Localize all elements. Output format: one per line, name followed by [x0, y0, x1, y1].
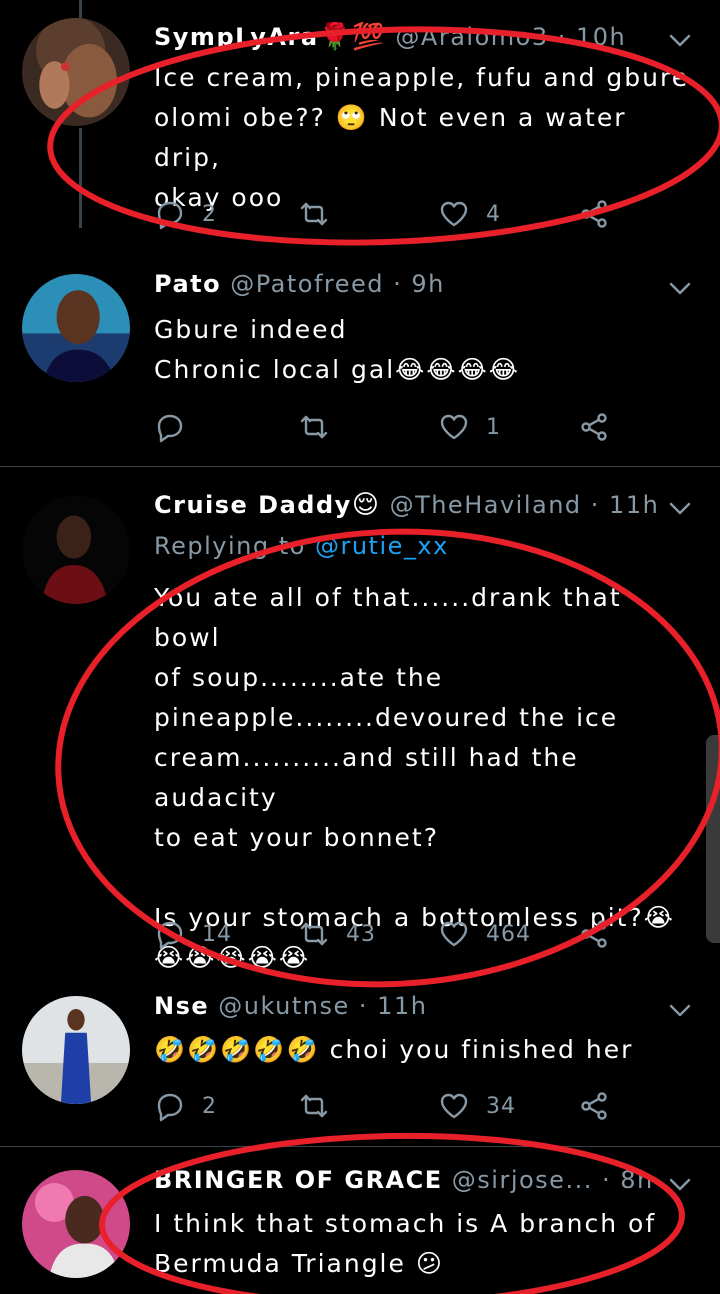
- chevron-down-icon[interactable]: [666, 1170, 694, 1198]
- display-name[interactable]: SympLyAra: [154, 23, 319, 51]
- display-name[interactable]: Cruise Daddy: [154, 491, 352, 519]
- tweet-actions: 2 4: [154, 194, 624, 234]
- retweet-button[interactable]: 43: [298, 914, 376, 954]
- share-icon: [578, 411, 610, 443]
- tweet-header: SympLyAra🌹💯 @Aralomo3 · 10h: [154, 22, 660, 62]
- reply-count: 2: [202, 201, 217, 227]
- retweet-count: 43: [346, 921, 376, 947]
- tweet[interactable]: BRINGER OF GRACE @sirjose... · 8h I thin…: [0, 1166, 720, 1294]
- reply-count: 14: [202, 921, 232, 947]
- retweet-button[interactable]: [298, 1086, 346, 1126]
- retweet-icon: [298, 1090, 330, 1122]
- timestamp: · 10h: [557, 23, 627, 51]
- name-emoji: 😌: [351, 490, 381, 520]
- tweet[interactable]: Cruise Daddy😌 @TheHaviland · 11h Replyin…: [0, 490, 720, 972]
- share-icon: [578, 198, 610, 230]
- tweet-actions: 1: [154, 407, 624, 447]
- replying-to: Replying to @rutie_xx: [154, 532, 449, 560]
- like-button[interactable]: 4: [438, 194, 501, 234]
- share-button[interactable]: [578, 407, 610, 447]
- like-icon: [438, 1090, 470, 1122]
- tweet-header: Nse @ukutnse · 11h: [154, 992, 660, 1032]
- avatar[interactable]: [22, 274, 130, 382]
- timestamp: · 8h: [601, 1166, 654, 1194]
- avatar[interactable]: [22, 18, 130, 126]
- like-count: 1: [486, 414, 501, 440]
- chevron-down-icon[interactable]: [666, 996, 694, 1024]
- reply-icon: [154, 411, 186, 443]
- tweet-text: I think that stomach is A branch of Berm…: [154, 1209, 657, 1278]
- tweet-actions: 2 34: [154, 1086, 624, 1126]
- reply-count: 2: [202, 1093, 217, 1119]
- share-button[interactable]: [578, 914, 610, 954]
- tweet-header: Cruise Daddy😌 @TheHaviland · 11h: [154, 490, 660, 530]
- like-button[interactable]: 34: [438, 1086, 516, 1126]
- share-button[interactable]: [578, 1086, 610, 1126]
- tweet-text: 🤣🤣🤣🤣🤣 choi you finished her: [154, 1035, 634, 1064]
- reply-icon: [154, 918, 186, 950]
- scrollbar-thumb[interactable]: [706, 735, 720, 943]
- reply-button[interactable]: 14: [154, 914, 232, 954]
- reply-icon: [154, 1090, 186, 1122]
- tweet[interactable]: Pato @Patofreed · 9h Gbure indeed Chroni…: [0, 270, 720, 460]
- share-icon: [578, 918, 610, 950]
- replying-to-label: Replying to: [154, 532, 306, 560]
- name-emoji: 🌹💯: [318, 22, 387, 52]
- handle[interactable]: @Aralomo3: [395, 23, 548, 51]
- like-button[interactable]: 464: [438, 914, 531, 954]
- reply-button[interactable]: [154, 407, 202, 447]
- timestamp: · 11h: [590, 491, 660, 519]
- like-count: 4: [486, 201, 501, 227]
- handle[interactable]: @Patofreed: [230, 270, 384, 298]
- reply-button[interactable]: 2: [154, 194, 217, 234]
- chevron-down-icon[interactable]: [666, 274, 694, 302]
- timestamp: · 11h: [358, 992, 428, 1020]
- tweet[interactable]: Nse @ukutnse · 11h 🤣🤣🤣🤣🤣 choi you finish…: [0, 992, 720, 1132]
- tweet-header: BRINGER OF GRACE @sirjose... · 8h: [154, 1166, 660, 1206]
- avatar[interactable]: [22, 496, 130, 604]
- avatar[interactable]: [22, 996, 130, 1104]
- like-icon: [438, 411, 470, 443]
- retweet-icon: [298, 198, 330, 230]
- handle[interactable]: @TheHaviland: [390, 491, 582, 519]
- like-count: 464: [486, 921, 531, 947]
- reply-button[interactable]: 2: [154, 1086, 217, 1126]
- divider: [0, 466, 720, 467]
- retweet-button[interactable]: [298, 407, 346, 447]
- share-button[interactable]: [578, 194, 610, 234]
- tweet-actions: 14 43 464: [154, 914, 624, 954]
- share-icon: [578, 1090, 610, 1122]
- chevron-down-icon[interactable]: [666, 494, 694, 522]
- chevron-down-icon[interactable]: [666, 26, 694, 54]
- retweet-icon: [298, 411, 330, 443]
- avatar[interactable]: [22, 1170, 130, 1278]
- like-icon: [438, 198, 470, 230]
- mention-link[interactable]: @rutie_xx: [315, 532, 449, 560]
- timestamp: · 9h: [393, 270, 445, 298]
- like-count: 34: [486, 1093, 516, 1119]
- display-name[interactable]: Pato: [154, 270, 221, 298]
- like-icon: [438, 918, 470, 950]
- tweet-text: Gbure indeed Chronic local gal😂😂😂😂: [154, 315, 520, 384]
- display-name[interactable]: BRINGER OF GRACE: [154, 1166, 443, 1194]
- divider: [0, 1146, 720, 1147]
- thread-line: [79, 0, 82, 18]
- retweet-icon: [298, 918, 330, 950]
- tweet[interactable]: SympLyAra🌹💯 @Aralomo3 · 10h Ice cream, p…: [0, 18, 720, 242]
- handle[interactable]: @ukutnse: [218, 992, 349, 1020]
- handle[interactable]: @sirjose...: [452, 1166, 593, 1194]
- tweet-header: Pato @Patofreed · 9h: [154, 270, 660, 310]
- display-name[interactable]: Nse: [154, 992, 209, 1020]
- retweet-button[interactable]: [298, 194, 346, 234]
- like-button[interactable]: 1: [438, 407, 501, 447]
- reply-icon: [154, 198, 186, 230]
